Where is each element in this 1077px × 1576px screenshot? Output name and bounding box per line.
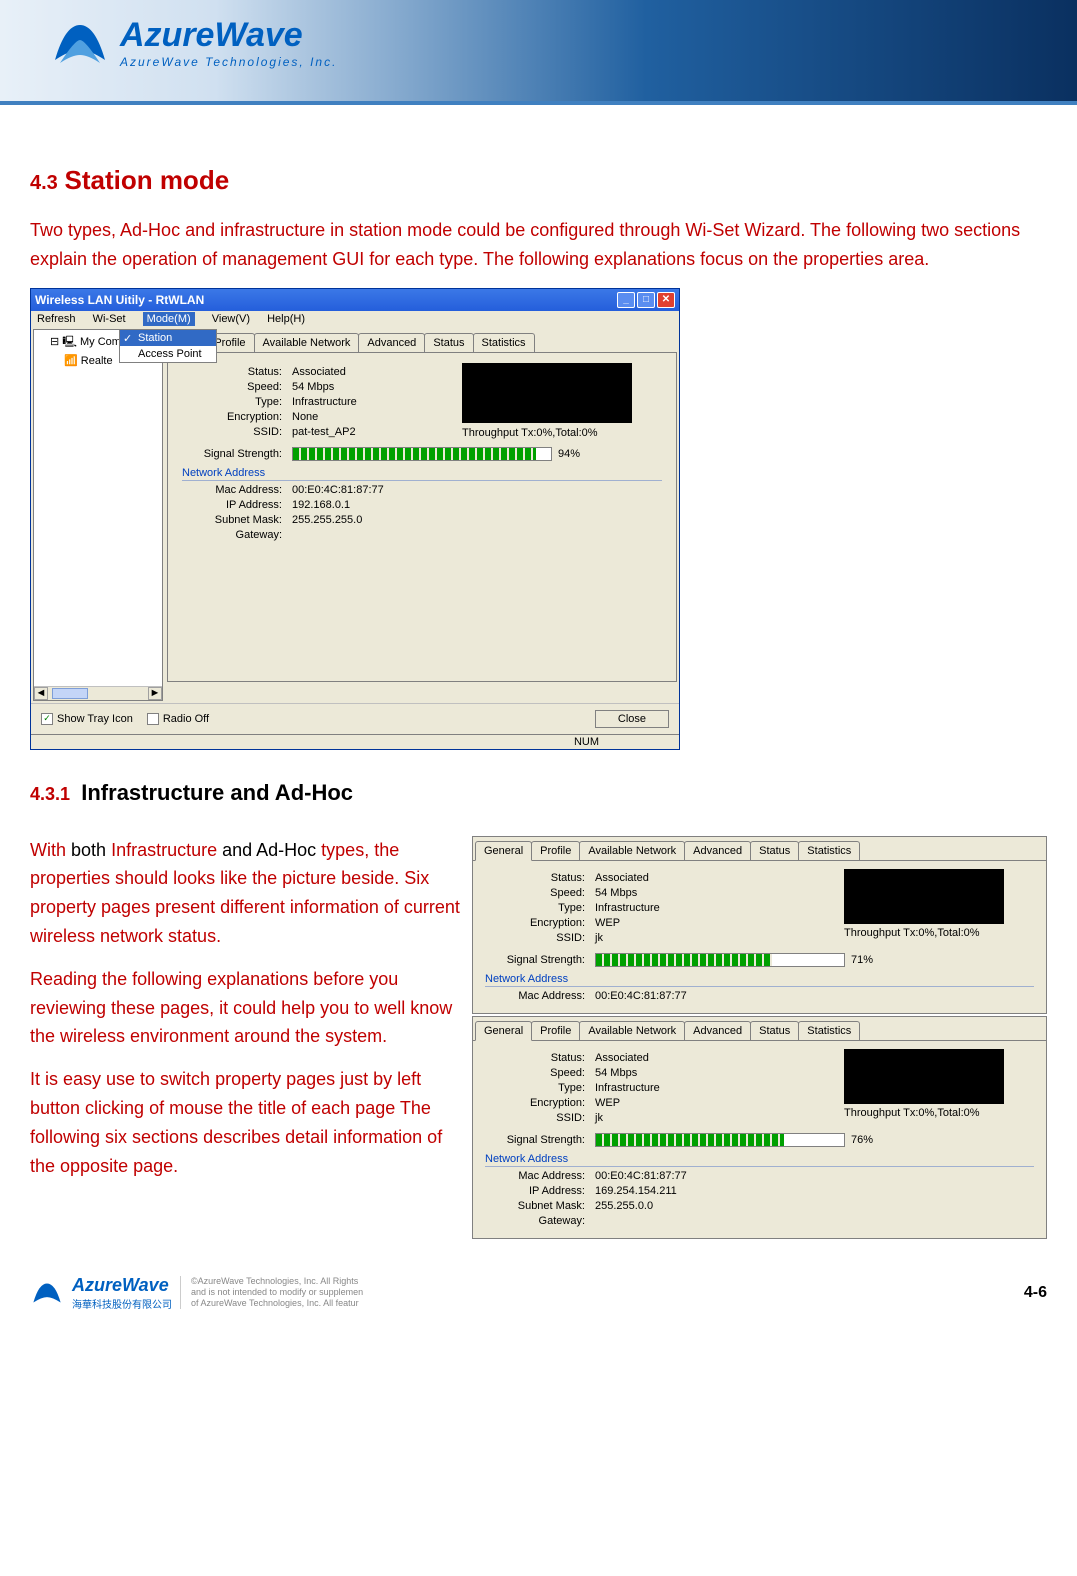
minimize-button[interactable]: _ <box>617 292 635 308</box>
tab-statistics[interactable]: Statistics <box>473 333 535 352</box>
pa-signal-bar <box>595 953 845 967</box>
tree-scrollbar[interactable]: ◄ ► <box>34 686 162 700</box>
tab-available-network[interactable]: Available Network <box>254 333 360 352</box>
tabs-row: eral Profile Available Network Advanced … <box>171 333 677 352</box>
intro-paragraph: Two types, Ad-Hoc and infrastructure in … <box>30 216 1047 274</box>
maximize-button[interactable]: □ <box>637 292 655 308</box>
pb-throughput-graph <box>844 1049 1004 1104</box>
show-tray-icon-checkbox[interactable]: ✓Show Tray Icon <box>41 713 133 725</box>
tab-advanced[interactable]: Advanced <box>358 333 425 352</box>
para-431-2: Reading the following explanations befor… <box>30 965 460 1051</box>
general-tab-body: Status:Associated Speed:54 Mbps Type:Inf… <box>167 352 677 682</box>
menu-bar: Refresh Wi-Set Mode(M) View(V) Help(H) <box>31 311 679 327</box>
pb-tab-adv[interactable]: Advanced <box>684 1021 751 1040</box>
screenshot-utility-window: Wireless LAN Uitily - RtWLAN _ □ ✕ Refre… <box>30 288 680 750</box>
header-banner: AzureWave AzureWave Technologies, Inc. <box>0 0 1077 105</box>
status-bar: NUM <box>31 734 679 749</box>
ip-value: 192.168.0.1 <box>292 499 350 511</box>
pa-tab-stats[interactable]: Statistics <box>798 841 860 860</box>
menu-help[interactable]: Help(H) <box>267 313 305 325</box>
mode-dropdown: Station Access Point <box>119 329 217 363</box>
footer-brand: AzureWave <box>72 1275 172 1296</box>
screenshot-panel-b: General Profile Available Network Advanc… <box>472 1016 1047 1239</box>
signal-strength-bar <box>292 447 552 461</box>
pa-tab-avail[interactable]: Available Network <box>579 841 685 860</box>
dropdown-access-point[interactable]: Access Point <box>120 346 216 362</box>
pa-tab-adv[interactable]: Advanced <box>684 841 751 860</box>
mask-value: 255.255.255.0 <box>292 514 362 526</box>
pb-tab-profile[interactable]: Profile <box>531 1021 580 1040</box>
section-heading-4-3: 4.3 Station mode <box>30 165 1047 196</box>
para-431-1: With both Infrastructure and Ad-Hoc type… <box>30 836 460 951</box>
encryption-value: None <box>292 411 318 423</box>
page-footer: AzureWave 海華科技股份有限公司 ©AzureWave Technolo… <box>0 1271 1077 1319</box>
window-title: Wireless LAN Uitily - RtWLAN <box>35 293 204 307</box>
footer-chinese: 海華科技股份有限公司 <box>72 1296 172 1311</box>
menu-wiset[interactable]: Wi-Set <box>93 313 126 325</box>
menu-mode[interactable]: Mode(M) <box>143 312 195 326</box>
close-button[interactable]: Close <box>595 710 669 728</box>
pb-tab-stats[interactable]: Statistics <box>798 1021 860 1040</box>
page-number: 4-6 <box>1024 1284 1047 1302</box>
speed-value: 54 Mbps <box>292 381 334 393</box>
screenshot-panel-a: General Profile Available Network Advanc… <box>472 836 1047 1014</box>
pa-tab-status[interactable]: Status <box>750 841 799 860</box>
signal-pct: 94% <box>558 448 580 460</box>
throughput-label: Throughput Tx:0%,Total:0% <box>462 427 662 439</box>
dropdown-station[interactable]: Station <box>120 330 216 346</box>
brand-name: AzureWave <box>120 16 337 55</box>
status-value: Associated <box>292 366 346 378</box>
device-tree[interactable]: ⊟ 🖳 My Comp 📶 Realte ◄ ► <box>33 329 163 701</box>
para-431-3: It is easy use to switch property pages … <box>30 1065 460 1180</box>
throughput-graph <box>462 363 632 423</box>
pb-tab-avail[interactable]: Available Network <box>579 1021 685 1040</box>
pb-tab-status[interactable]: Status <box>750 1021 799 1040</box>
tab-status[interactable]: Status <box>424 333 473 352</box>
type-value: Infrastructure <box>292 396 357 408</box>
pb-tab-general[interactable]: General <box>475 1021 532 1041</box>
section-heading-4-3-1: 4.3.1 Infrastructure and Ad-Hoc <box>30 780 1047 806</box>
pa-tab-profile[interactable]: Profile <box>531 841 580 860</box>
pa-tab-general[interactable]: General <box>475 841 532 861</box>
banner-logo: AzureWave AzureWave Technologies, Inc. <box>50 15 337 70</box>
network-address-group: Network Address <box>182 467 662 481</box>
pb-signal-bar <box>595 1133 845 1147</box>
close-window-button[interactable]: ✕ <box>657 292 675 308</box>
mac-value: 00:E0:4C:81:87:77 <box>292 484 384 496</box>
window-titlebar: Wireless LAN Uitily - RtWLAN _ □ ✕ <box>31 289 679 311</box>
azurewave-logo-icon <box>50 15 110 70</box>
footer-logo-icon <box>30 1278 64 1308</box>
menu-refresh[interactable]: Refresh <box>37 313 76 325</box>
pa-throughput-graph <box>844 869 1004 924</box>
radio-off-checkbox[interactable]: Radio Off <box>147 713 209 725</box>
brand-tagline: AzureWave Technologies, Inc. <box>120 55 337 69</box>
menu-view[interactable]: View(V) <box>212 313 250 325</box>
footer-copyright: ©AzureWave Technologies, Inc. All Rights… <box>180 1276 363 1308</box>
ssid-value: pat-test_AP2 <box>292 426 356 438</box>
